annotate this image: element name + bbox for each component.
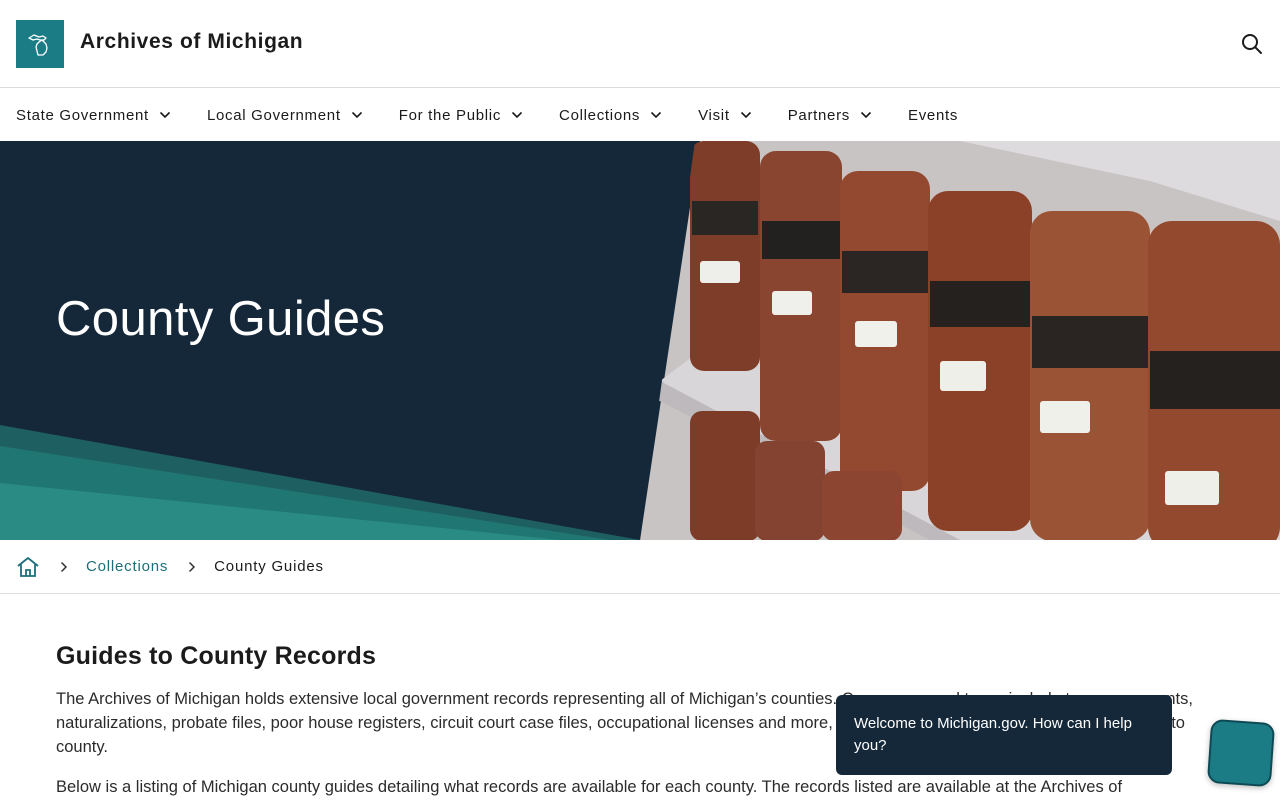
page-title: County Guides [56, 292, 386, 346]
chevron-right-icon [188, 561, 196, 573]
chevron-down-icon [740, 111, 752, 119]
site-title[interactable]: Archives of Michigan [80, 30, 303, 54]
chevron-right-icon [60, 561, 68, 573]
nav-item-for-the-public[interactable]: For the Public [399, 107, 523, 124]
michigan-map-icon [28, 34, 48, 56]
home-icon [17, 556, 39, 577]
nav-item-label: State Government [16, 106, 149, 124]
nav-item-visit[interactable]: Visit [698, 107, 752, 124]
chevron-down-icon [511, 111, 523, 119]
chat-message: Welcome to Michigan.gov. How can I help … [854, 715, 1132, 754]
search-button[interactable] [1238, 30, 1266, 58]
nav-item-local-government[interactable]: Local Government [207, 107, 363, 124]
nav-item-label: Partners [787, 106, 850, 124]
chevron-down-icon [860, 111, 872, 119]
nav-item-partners[interactable]: Partners [788, 107, 872, 124]
breadcrumb-current: County Guides [214, 558, 324, 575]
nav-item-label: Visit [698, 106, 730, 124]
chevron-down-icon [159, 111, 171, 119]
chat-launcher-button[interactable] [1206, 718, 1276, 788]
nav-item-events[interactable]: Events [908, 107, 958, 124]
section-heading: Guides to County Records [56, 642, 377, 670]
nav-item-label: Local Government [206, 106, 341, 124]
nav-item-collections[interactable]: Collections [559, 107, 662, 124]
main-nav: State Government Local Government For th… [0, 89, 1280, 141]
breadcrumb-collections[interactable]: Collections [86, 558, 168, 575]
chevron-down-icon [351, 111, 363, 119]
site-logo[interactable] [16, 20, 64, 68]
nav-item-label: Collections [559, 106, 641, 124]
search-icon [1242, 34, 1262, 54]
site-header: Archives of Michigan [0, 0, 1280, 88]
listing-paragraph: Below is a listing of Michigan county gu… [56, 778, 1123, 796]
breadcrumb-home[interactable] [16, 555, 40, 579]
hero-banner: County Guides [0, 141, 1280, 540]
nav-item-label: For the Public [398, 106, 502, 124]
chat-welcome-bubble[interactable]: Welcome to Michigan.gov. How can I help … [836, 695, 1172, 775]
chevron-down-icon [650, 111, 662, 119]
nav-item-label: Events [908, 106, 959, 124]
breadcrumb: Collections County Guides [0, 540, 1280, 594]
nav-item-state-government[interactable]: State Government [16, 107, 171, 124]
